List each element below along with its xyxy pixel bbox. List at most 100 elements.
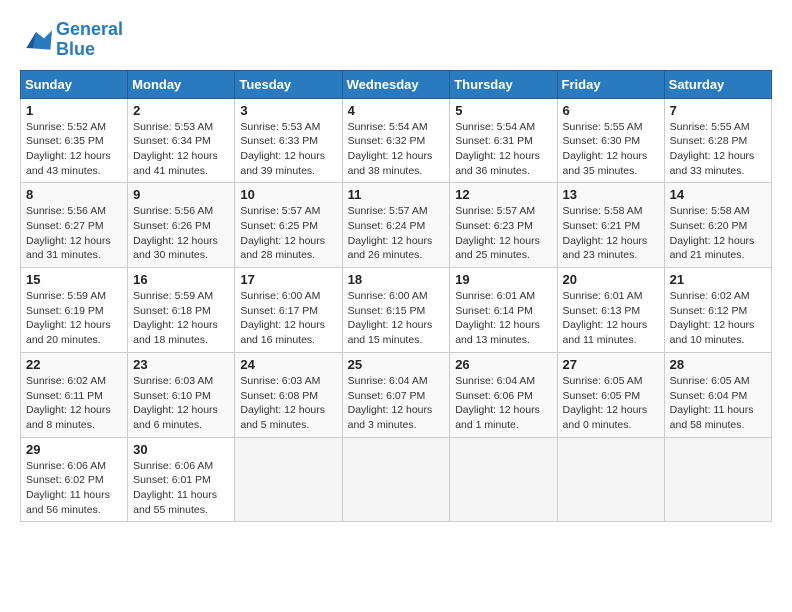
day-number: 3 [240,103,336,118]
calendar-day-cell: 30 Sunrise: 6:06 AMSunset: 6:01 PMDayligh… [128,437,235,522]
day-info: Sunrise: 6:05 AMSunset: 6:05 PMDaylight:… [563,374,659,433]
day-number: 2 [133,103,229,118]
day-info: Sunrise: 6:02 AMSunset: 6:12 PMDaylight:… [670,289,766,348]
day-info: Sunrise: 5:53 AMSunset: 6:34 PMDaylight:… [133,120,229,179]
calendar-week-row: 22Sunrise: 6:02 AMSunset: 6:11 PMDayligh… [21,352,772,437]
logo-icon [20,24,52,56]
calendar-day-cell: 3 Sunrise: 5:53 AMSunset: 6:33 PMDaylight… [235,98,342,183]
calendar-day-cell: 20 Sunrise: 6:01 AMSunset: 6:13 PMDayligh… [557,268,664,353]
calendar-day-cell: 8 Sunrise: 5:56 AMSunset: 6:27 PMDaylight… [21,183,128,268]
calendar-day-cell: 15 Sunrise: 5:59 AMSunset: 6:19 PMDayligh… [21,268,128,353]
logo: General Blue [20,20,123,60]
day-info: Sunrise: 6:01 AMSunset: 6:14 PMDaylight:… [455,289,551,348]
day-number: 14 [670,187,766,202]
day-number: 4 [348,103,445,118]
calendar-header-saturday: Saturday [664,70,771,98]
day-number: 16 [133,272,229,287]
day-number: 26 [455,357,551,372]
day-number: 30 [133,442,229,457]
logo-text: General Blue [56,20,123,60]
calendar-day-cell [557,437,664,522]
calendar-day-cell: 19 Sunrise: 6:01 AMSunset: 6:14 PMDayligh… [450,268,557,353]
calendar-week-row: 15 Sunrise: 5:59 AMSunset: 6:19 PMDayligh… [21,268,772,353]
day-number: 13 [563,187,659,202]
day-info: Sunrise: 5:52 AMSunset: 6:35 PMDaylight:… [26,120,122,179]
calendar-day-cell: 28 Sunrise: 6:05 AMSunset: 6:04 PMDayligh… [664,352,771,437]
calendar-week-row: 29Sunrise: 6:06 AMSunset: 6:02 PMDayligh… [21,437,772,522]
day-number: 23 [133,357,229,372]
day-info: Sunrise: 5:56 AMSunset: 6:26 PMDaylight:… [133,204,229,263]
day-info: Sunrise: 5:53 AMSunset: 6:33 PMDaylight:… [240,120,336,179]
calendar-day-cell: 26 Sunrise: 6:04 AMSunset: 6:06 PMDayligh… [450,352,557,437]
day-info: Sunrise: 6:04 AMSunset: 6:06 PMDaylight:… [455,374,551,433]
day-number: 12 [455,187,551,202]
day-number: 11 [348,187,445,202]
calendar-day-cell [664,437,771,522]
calendar-day-cell: 6Sunrise: 5:55 AMSunset: 6:30 PMDaylight… [557,98,664,183]
calendar-day-cell: 17 Sunrise: 6:00 AMSunset: 6:17 PMDayligh… [235,268,342,353]
day-info: Sunrise: 5:59 AMSunset: 6:19 PMDaylight:… [26,289,122,348]
calendar-header-tuesday: Tuesday [235,70,342,98]
calendar-header-friday: Friday [557,70,664,98]
day-info: Sunrise: 5:55 AMSunset: 6:28 PMDaylight:… [670,120,766,179]
calendar-day-cell: 7 Sunrise: 5:55 AMSunset: 6:28 PMDaylight… [664,98,771,183]
day-number: 21 [670,272,766,287]
day-number: 20 [563,272,659,287]
day-info: Sunrise: 5:58 AMSunset: 6:20 PMDaylight:… [670,204,766,263]
calendar-header-sunday: Sunday [21,70,128,98]
calendar-day-cell: 22Sunrise: 6:02 AMSunset: 6:11 PMDayligh… [21,352,128,437]
calendar-day-cell: 24 Sunrise: 6:03 AMSunset: 6:08 PMDayligh… [235,352,342,437]
day-number: 28 [670,357,766,372]
day-number: 1 [26,103,122,118]
calendar-day-cell: 5 Sunrise: 5:54 AMSunset: 6:31 PMDaylight… [450,98,557,183]
calendar-day-cell: 27 Sunrise: 6:05 AMSunset: 6:05 PMDayligh… [557,352,664,437]
calendar-day-cell: 2 Sunrise: 5:53 AMSunset: 6:34 PMDaylight… [128,98,235,183]
day-number: 10 [240,187,336,202]
calendar-day-cell: 23 Sunrise: 6:03 AMSunset: 6:10 PMDayligh… [128,352,235,437]
day-info: Sunrise: 6:03 AMSunset: 6:10 PMDaylight:… [133,374,229,433]
day-info: Sunrise: 6:05 AMSunset: 6:04 PMDaylight:… [670,374,766,433]
calendar-day-cell: 25 Sunrise: 6:04 AMSunset: 6:07 PMDayligh… [342,352,450,437]
day-number: 9 [133,187,229,202]
day-info: Sunrise: 5:57 AMSunset: 6:24 PMDaylight:… [348,204,445,263]
calendar-day-cell: 11 Sunrise: 5:57 AMSunset: 6:24 PMDayligh… [342,183,450,268]
day-number: 8 [26,187,122,202]
day-info: Sunrise: 5:57 AMSunset: 6:25 PMDaylight:… [240,204,336,263]
day-number: 15 [26,272,122,287]
page-header: General Blue [20,20,772,60]
day-number: 6 [563,103,659,118]
day-number: 27 [563,357,659,372]
calendar-day-cell: 21 Sunrise: 6:02 AMSunset: 6:12 PMDayligh… [664,268,771,353]
calendar-day-cell: 13 Sunrise: 5:58 AMSunset: 6:21 PMDayligh… [557,183,664,268]
calendar-day-cell [235,437,342,522]
calendar-week-row: 1 Sunrise: 5:52 AMSunset: 6:35 PMDaylight… [21,98,772,183]
day-info: Sunrise: 5:54 AMSunset: 6:32 PMDaylight:… [348,120,445,179]
day-info: Sunrise: 6:03 AMSunset: 6:08 PMDaylight:… [240,374,336,433]
day-info: Sunrise: 5:54 AMSunset: 6:31 PMDaylight:… [455,120,551,179]
day-info: Sunrise: 6:00 AMSunset: 6:15 PMDaylight:… [348,289,445,348]
calendar-table: SundayMondayTuesdayWednesdayThursdayFrid… [20,70,772,523]
day-number: 18 [348,272,445,287]
calendar-day-cell: 4 Sunrise: 5:54 AMSunset: 6:32 PMDaylight… [342,98,450,183]
day-info: Sunrise: 5:56 AMSunset: 6:27 PMDaylight:… [26,204,122,263]
calendar-week-row: 8 Sunrise: 5:56 AMSunset: 6:27 PMDaylight… [21,183,772,268]
day-number: 17 [240,272,336,287]
calendar-day-cell [450,437,557,522]
calendar-day-cell: 18 Sunrise: 6:00 AMSunset: 6:15 PMDayligh… [342,268,450,353]
day-number: 24 [240,357,336,372]
day-info: Sunrise: 5:57 AMSunset: 6:23 PMDaylight:… [455,204,551,263]
day-number: 5 [455,103,551,118]
calendar-day-cell: 1 Sunrise: 5:52 AMSunset: 6:35 PMDaylight… [21,98,128,183]
calendar-day-cell: 16Sunrise: 5:59 AMSunset: 6:18 PMDayligh… [128,268,235,353]
day-info: Sunrise: 6:00 AMSunset: 6:17 PMDaylight:… [240,289,336,348]
day-number: 25 [348,357,445,372]
calendar-header-thursday: Thursday [450,70,557,98]
day-info: Sunrise: 6:06 AMSunset: 6:01 PMDaylight:… [133,459,229,518]
day-number: 7 [670,103,766,118]
day-info: Sunrise: 6:04 AMSunset: 6:07 PMDaylight:… [348,374,445,433]
day-info: Sunrise: 6:01 AMSunset: 6:13 PMDaylight:… [563,289,659,348]
day-number: 19 [455,272,551,287]
day-info: Sunrise: 5:58 AMSunset: 6:21 PMDaylight:… [563,204,659,263]
calendar-day-cell: 14 Sunrise: 5:58 AMSunset: 6:20 PMDayligh… [664,183,771,268]
calendar-header-monday: Monday [128,70,235,98]
